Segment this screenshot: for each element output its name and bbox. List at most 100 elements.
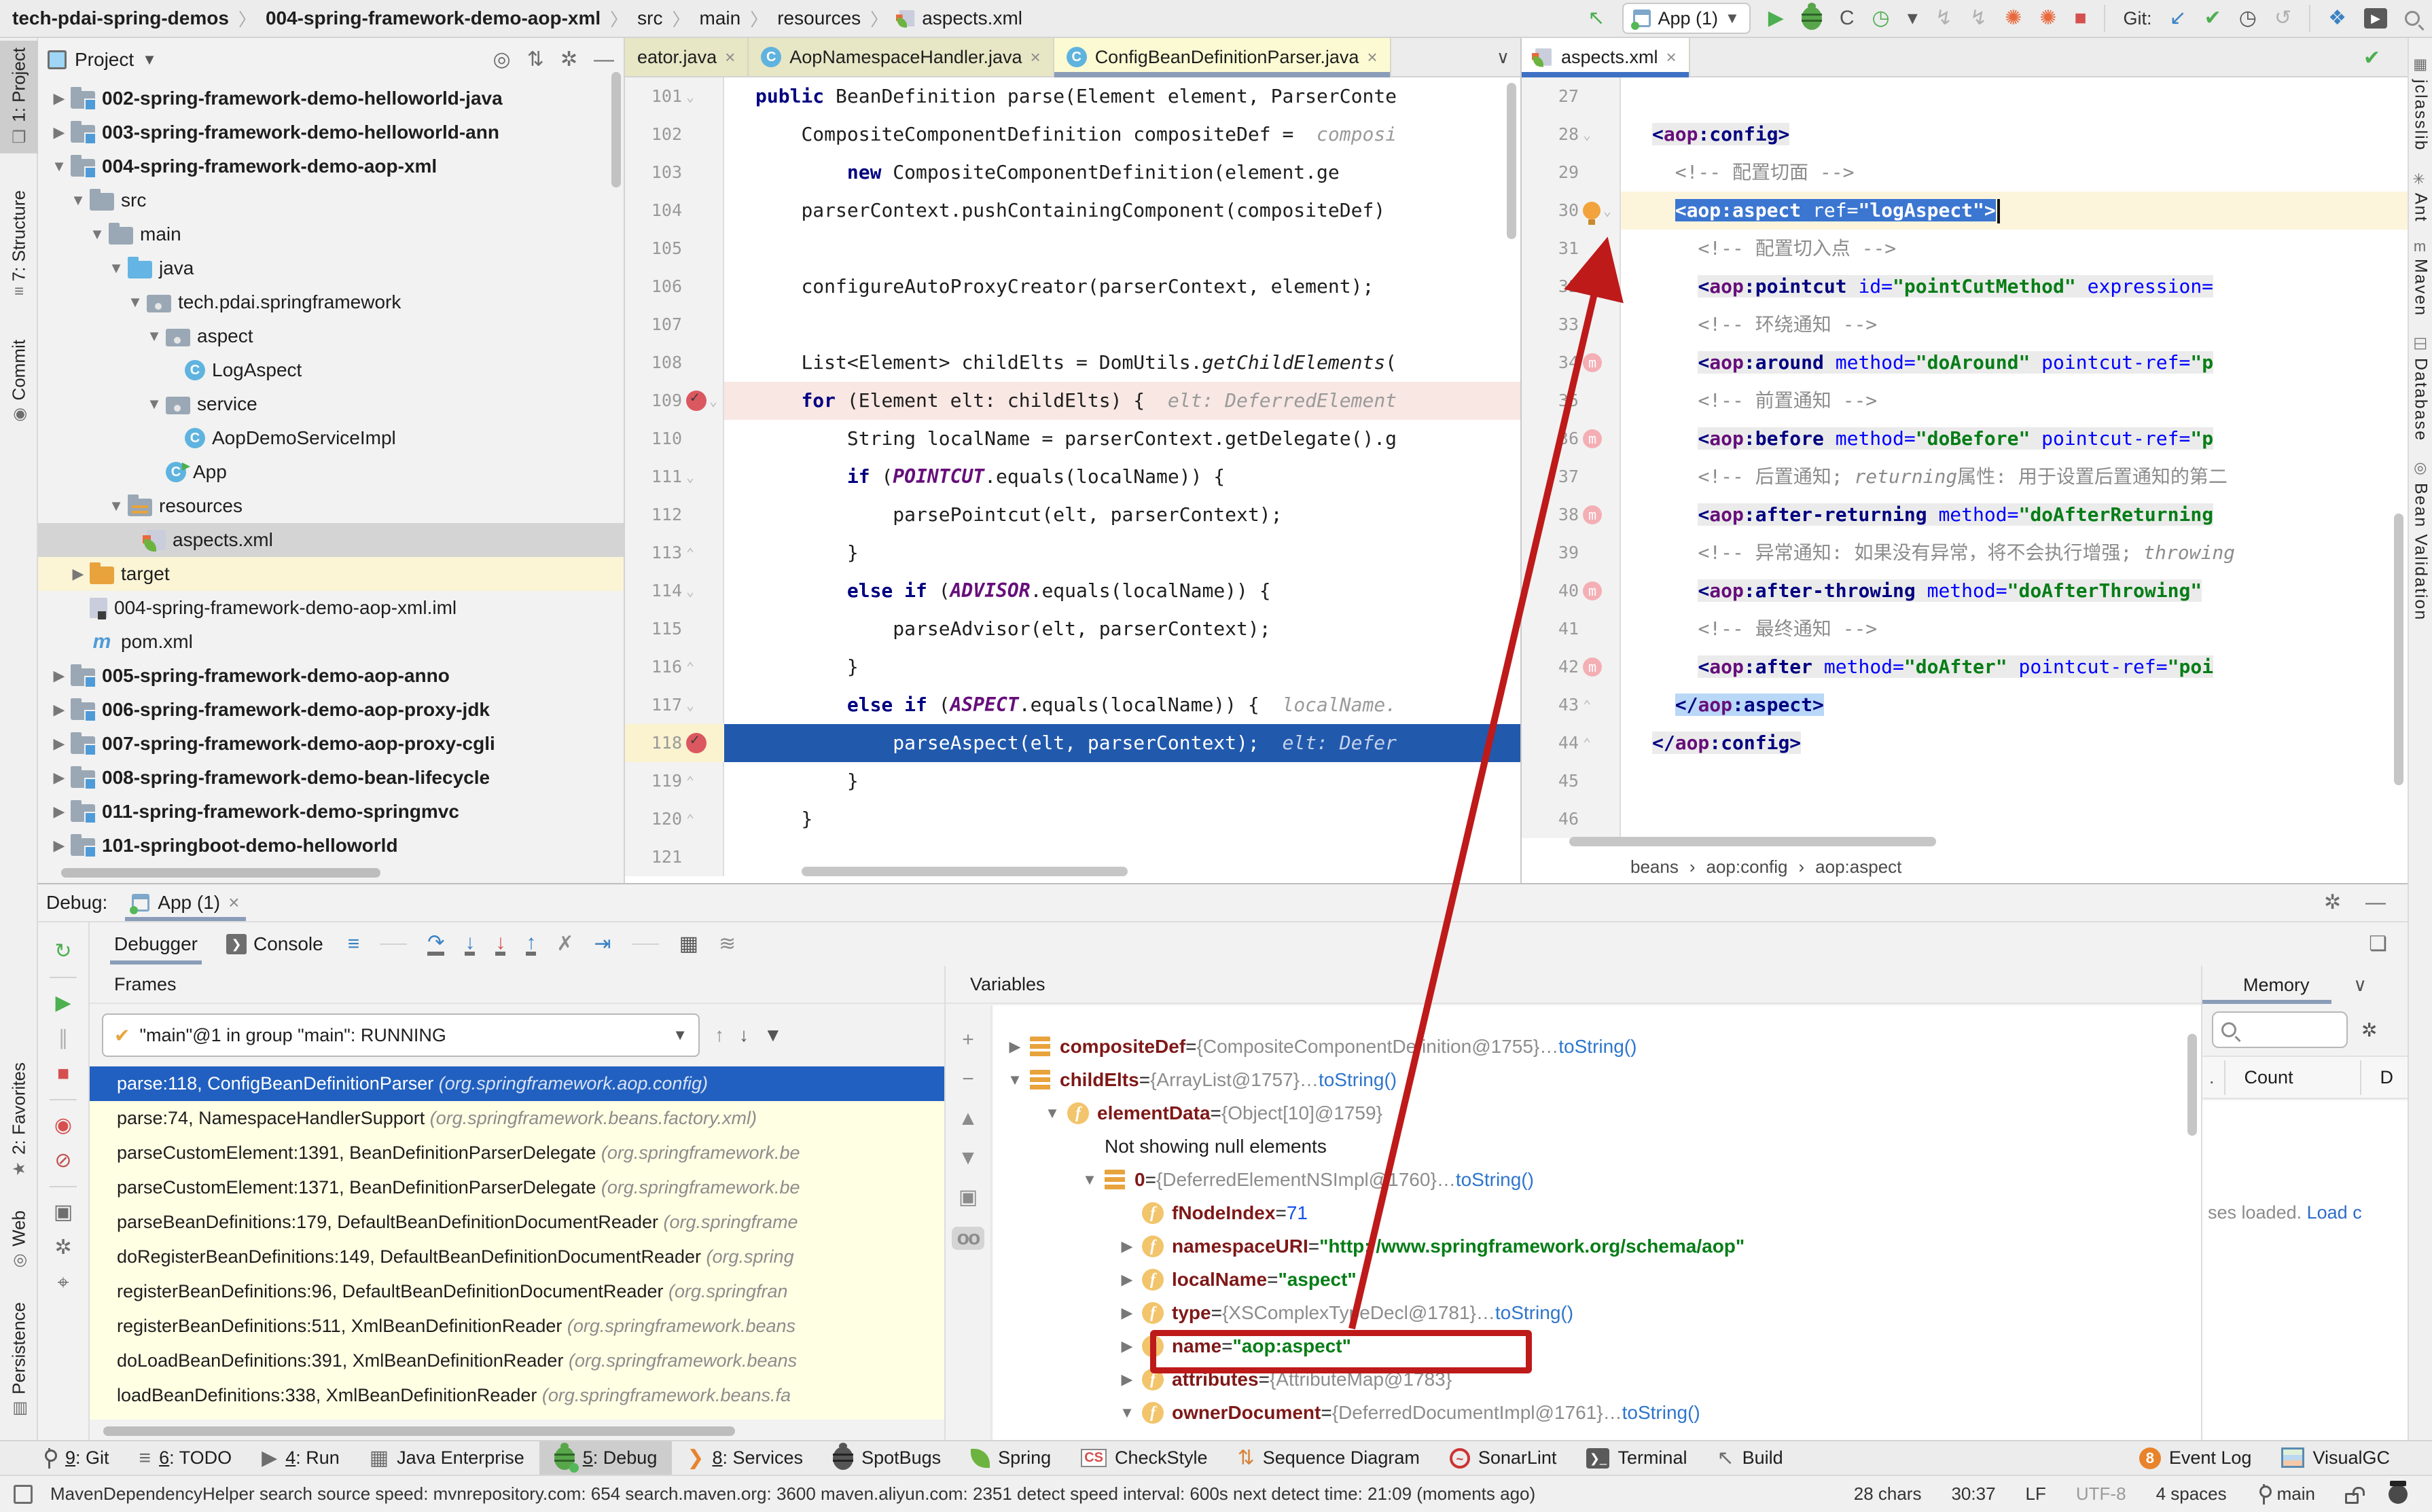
code-line-105[interactable]: 105 <box>625 230 1520 268</box>
layout-settings-icon[interactable]: ❏ <box>2369 934 2387 954</box>
tree-expand-icon[interactable]: ▶ <box>1112 1337 1142 1355</box>
xml-breadcrumb-item[interactable]: aop:aspect <box>1815 857 1901 878</box>
breadcrumb-item[interactable]: aspects.xml <box>897 7 1022 29</box>
chevron-down-icon[interactable]: ∨ <box>2353 975 2367 996</box>
breadcrumb-item[interactable]: resources <box>777 7 861 29</box>
history-icon[interactable]: ◷ <box>2239 8 2257 29</box>
tree-expand-icon[interactable]: ▶ <box>48 769 71 787</box>
navigate-method-icon[interactable]: m <box>1583 658 1602 677</box>
code-line-43[interactable]: 43⌃ </aop:aspect> <box>1522 686 2408 724</box>
code-line-41[interactable]: 41 <!-- 最终通知 --> <box>1522 610 2408 648</box>
tree-item-target[interactable]: ▶target <box>38 557 624 591</box>
tree-item-008-spring-framework-demo-bean-lifecycle[interactable]: ▶008-spring-framework-demo-bean-lifecycl… <box>38 761 624 795</box>
tree-expand-icon[interactable]: ▼ <box>105 497 128 515</box>
code-line-28[interactable]: 28⌄<aop:config> <box>1522 115 2408 154</box>
fold-marker[interactable]: ⌄ <box>686 88 694 105</box>
tostring-link[interactable]: toString() <box>1456 1169 1534 1191</box>
force-step-into-icon[interactable]: ↓ <box>495 933 505 956</box>
tree-item-005-spring-framework-demo-aop-anno[interactable]: ▶005-spring-framework-demo-aop-anno <box>38 659 624 693</box>
close-icon[interactable]: × <box>725 47 735 68</box>
tree-item-002-spring-framework-demo-helloworld-java[interactable]: ▶002-spring-framework-demo-helloworld-ja… <box>38 82 624 115</box>
profiler-icon[interactable]: ◷ <box>1872 8 1890 29</box>
frame-row[interactable]: doRegisterBeanDefinitions:149, DefaultBe… <box>90 1240 944 1274</box>
tool-strip-tab-commit[interactable]: ◉Commit <box>0 333 38 432</box>
filter-frames-icon[interactable]: ▼ <box>764 1024 783 1046</box>
tree-expand-icon[interactable]: ▶ <box>1112 1271 1142 1289</box>
tree-item-004-spring-framework-demo-aop-xml-iml[interactable]: 004-spring-framework-demo-aop-xml.iml <box>38 591 624 625</box>
frame-row[interactable]: loadBeanDefinitions:338, XmlBeanDefiniti… <box>90 1378 944 1413</box>
tree-item-004-spring-framework-demo-aop-xml[interactable]: ▼004-spring-framework-demo-aop-xml <box>38 149 624 183</box>
hide-icon[interactable]: — <box>2365 893 2386 913</box>
hide-icon[interactable]: — <box>594 50 614 70</box>
tool-strip-tab--project[interactable]: ❏1: Project <box>0 41 38 154</box>
code-line-46[interactable]: 46 <box>1522 800 2408 838</box>
close-icon[interactable]: × <box>1666 47 1677 68</box>
navigate-method-icon[interactable]: m <box>1583 581 1602 600</box>
caret-position[interactable]: 30:37 <box>1951 1483 1995 1505</box>
fold-marker[interactable]: ⌄ <box>686 583 694 599</box>
code-line-33[interactable]: 33 <!-- 环绕通知 --> <box>1522 306 2408 344</box>
tree-expand-icon[interactable]: ▼ <box>1037 1104 1067 1122</box>
run-anything-icon[interactable]: ▶ <box>2364 8 2387 29</box>
tree-expand-icon[interactable]: ▼ <box>143 395 166 413</box>
build-icon[interactable]: ↖ <box>1717 1448 1734 1469</box>
variable-row-namespaceURI[interactable]: ▶fnamespaceURI = "http://www.springframe… <box>993 1229 2201 1263</box>
breadcrumb-item[interactable]: main <box>700 7 741 29</box>
tree-item-java[interactable]: ▼java <box>38 251 624 285</box>
toolwindow-button-debug[interactable]: 5: Debug <box>539 1441 673 1475</box>
fold-marker[interactable]: ⌃ <box>686 659 694 675</box>
tree-expand-icon[interactable]: ▼ <box>143 327 166 345</box>
editor-tab-eator-java[interactable]: eator.java× <box>625 38 749 76</box>
editor-tab-configbeandefinitionparser-java[interactable]: CConfigBeanDefinitionParser.java× <box>1054 38 1391 76</box>
run-configuration-select[interactable]: App (1) ▼ <box>1622 3 1750 34</box>
toolwindow-button-spring[interactable]: Spring <box>956 1441 1066 1475</box>
tree-item-src[interactable]: ▼src <box>38 183 624 217</box>
fold-marker[interactable]: ⌃ <box>1583 735 1591 751</box>
tool-strip-tab-database[interactable]: ◫Database <box>2411 334 2431 442</box>
view-breakpoints-icon[interactable]: ◉ <box>54 1115 72 1136</box>
settings-icon[interactable]: ✲ <box>2361 1019 2377 1041</box>
editor-right-horizontal-scrollbar[interactable] <box>1569 837 1936 846</box>
code-line-27[interactable]: 27 <box>1522 77 2408 115</box>
breadcrumb-item[interactable]: 004-spring-framework-demo-aop-xml <box>266 7 601 29</box>
variable-row-attributes[interactable]: ▶fattributes = {AttributeMap@1783} <box>993 1363 2201 1396</box>
prev-frame-icon[interactable]: ↑ <box>715 1024 724 1046</box>
toolwindow-button-git[interactable]: 9: Git <box>27 1441 124 1475</box>
variable-row-type[interactable]: ▶ftype = {XSComplexTypeDecl@1781} … toSt… <box>993 1296 2201 1329</box>
code-line-106[interactable]: 106 configureAutoProxyCreator(parserCont… <box>625 268 1520 306</box>
tree-expand-icon[interactable]: ▶ <box>48 90 71 107</box>
frame-row[interactable]: parseCustomElement:1371, BeanDefinitionP… <box>90 1170 944 1205</box>
editor-right-vertical-scrollbar[interactable] <box>2394 514 2403 785</box>
tree-expand-icon[interactable]: ▶ <box>1112 1238 1142 1255</box>
variable-row-0[interactable]: ▼0 = {DeferredElementNSImpl@1760} … toSt… <box>993 1163 2201 1196</box>
variable-row-note[interactable]: Not showing null elements <box>993 1130 2201 1163</box>
run-to-cursor-icon[interactable]: ⇥ <box>594 934 611 954</box>
variable-row-localName[interactable]: ▶flocalName = "aspect" <box>993 1263 2201 1296</box>
variable-row-elementData[interactable]: ▼felementData = {Object[10]@1759} <box>993 1096 2201 1130</box>
code-line-42[interactable]: 42m <aop:after method="doAfter" pointcut… <box>1522 648 2408 686</box>
git-update-icon[interactable]: ↙ <box>2169 8 2186 29</box>
step-over-icon[interactable]: ↷ <box>427 933 444 956</box>
add-watch-icon[interactable]: + <box>962 1030 974 1050</box>
fold-marker[interactable]: ⌄ <box>1583 126 1591 143</box>
code-line-108[interactable]: 108 List<Element> childElts = DomUtils.g… <box>625 344 1520 382</box>
frame-row[interactable]: registerBeanDefinitions:96, DefaultBeanD… <box>90 1274 944 1309</box>
code-line-110[interactable]: 110 String localName = parserContext.get… <box>625 420 1520 458</box>
rollback-icon[interactable]: ↺ <box>2274 8 2291 29</box>
step-out-icon[interactable]: ↑ <box>526 933 536 956</box>
debugger-view-tab-console[interactable]: ❯Console <box>222 928 327 960</box>
next-frame-icon[interactable]: ↓ <box>739 1024 749 1046</box>
code-line-39[interactable]: 39 <!-- 异常通知: 如果没有异常，将不会执行增强; throwing <box>1522 534 2408 572</box>
tree-expand-icon[interactable]: ▼ <box>124 293 147 311</box>
frame-row[interactable]: registerBeanDefinitions:511, XmlBeanDefi… <box>90 1309 944 1344</box>
tree-expand-icon[interactable]: ▼ <box>48 158 71 175</box>
breadcrumb-item[interactable]: src <box>637 7 662 29</box>
ide-errors-icon[interactable] <box>2389 1485 2408 1504</box>
code-line-104[interactable]: 104 parserContext.pushContainingComponen… <box>625 192 1520 230</box>
tostring-link[interactable]: toString() <box>1622 1402 1700 1424</box>
tree-item-101-springboot-demo-helloworld[interactable]: ▶101-springboot-demo-helloworld <box>38 829 624 863</box>
navigate-method-icon[interactable]: m <box>1583 505 1602 524</box>
editor-right-code[interactable]: 2728⌄<aop:config>29 <!-- 配置切面 -->30⌄ <ao… <box>1522 77 2408 838</box>
code-line-109[interactable]: 109⌄ for (Element elt: childElts) { elt:… <box>625 382 1520 420</box>
tree-expand-icon[interactable]: ▶ <box>48 701 71 719</box>
